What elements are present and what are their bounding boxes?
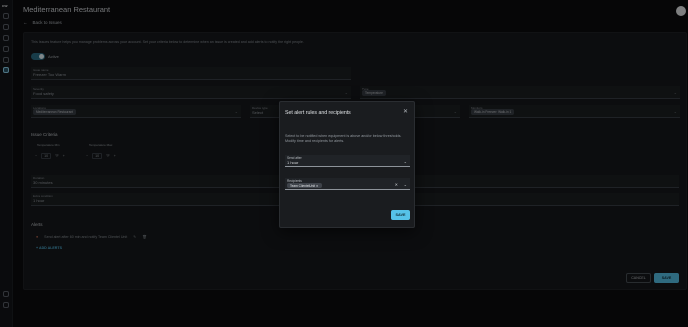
recipients-select[interactable]: Recipients Team ClientelUnit ✕ ✕ ⌄ bbox=[285, 178, 410, 190]
modal-save-button[interactable]: SAVE bbox=[391, 210, 410, 220]
chevron-down-icon: ⌄ bbox=[403, 182, 407, 187]
clear-icon[interactable]: ✕ bbox=[395, 182, 398, 187]
recipient-chip[interactable]: Team ClientelUnit ✕ bbox=[287, 183, 322, 188]
send-after-value: 1 hour bbox=[287, 160, 299, 165]
chevron-down-icon: ⌄ bbox=[403, 159, 407, 164]
close-icon[interactable]: ✕ bbox=[403, 108, 408, 115]
send-after-select[interactable]: Send after 1 hour ⌄ bbox=[285, 155, 410, 167]
chip-remove-icon[interactable]: ✕ bbox=[316, 184, 319, 188]
alert-rules-modal: Set alert rules and recipients ✕ Select … bbox=[279, 101, 415, 228]
modal-description: Select to be notified when equipment is … bbox=[285, 134, 402, 143]
modal-title: Set alert rules and recipients bbox=[285, 110, 351, 116]
recipient-chip-label: Team ClientelUnit bbox=[290, 183, 315, 188]
